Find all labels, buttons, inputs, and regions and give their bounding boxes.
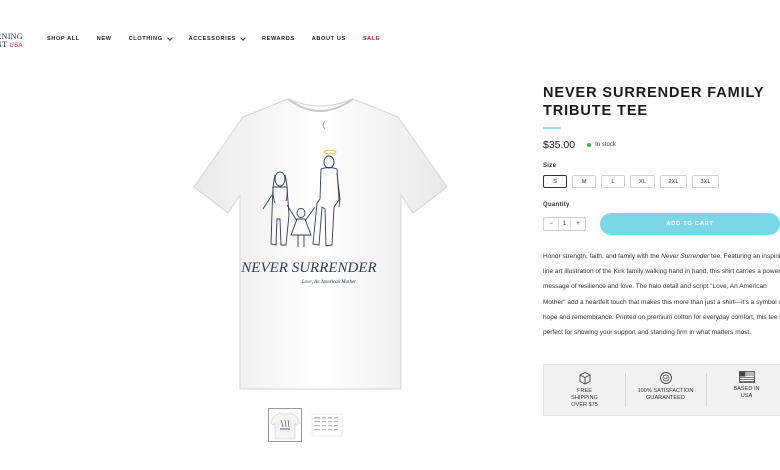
size-selector: S M L XL 2XL 3XL <box>543 175 780 188</box>
product-image[interactable]: NEVER SURRENDER Love, An American Mother <box>193 95 448 390</box>
title-divider <box>543 127 561 129</box>
nav-new[interactable]: NEW <box>97 36 112 42</box>
product-description: Honor strength, faith, and family with t… <box>543 253 780 337</box>
usa-flag-icon <box>738 371 755 383</box>
badge-based-in-usa-text: BASED IN USA <box>733 386 760 399</box>
quantity-input[interactable]: 1 <box>558 218 571 230</box>
nav-about-us[interactable]: ABOUT US <box>312 36 346 42</box>
thumbnail-size-chart[interactable] <box>310 408 344 442</box>
box-icon <box>579 371 590 385</box>
trust-badges: FREE SHIPPING OVER $75 100% SATISFACTION… <box>543 364 780 416</box>
price-row: $35.00 In stock <box>543 139 780 151</box>
chevron-down-icon <box>166 34 173 41</box>
size-option-2xl[interactable]: 2XL <box>660 175 687 188</box>
add-to-cart-button[interactable]: ADD TO CART <box>600 213 780 235</box>
product-info: NEVER SURRENDER FAMILY TRIBUTE TEE $35.0… <box>543 84 780 340</box>
chevron-down-icon <box>240 34 246 41</box>
size-chart-thumb-icon <box>311 413 343 437</box>
size-option-m[interactable]: M <box>572 175 596 188</box>
quantity-increase-button[interactable]: + <box>571 218 585 230</box>
nav-shop-all[interactable]: SHOP ALL <box>47 36 80 42</box>
size-option-l[interactable]: L <box>601 175 625 188</box>
brand-logo[interactable]: RNING NT USA <box>0 33 36 50</box>
size-label: Size <box>543 163 557 169</box>
badge-based-in-usa: BASED IN USA <box>706 365 780 415</box>
main-nav: SHOP ALL NEW CLOTHING ACCESSORIES REWARD… <box>47 34 397 42</box>
nav-sale[interactable]: SALE <box>363 36 380 42</box>
shirt-print-subtitle: Love, An American Mother <box>301 280 356 285</box>
brand-logo-line2: NT USA <box>0 40 23 50</box>
nav-clothing[interactable]: CLOTHING <box>129 34 173 42</box>
size-option-3xl[interactable]: 3XL <box>692 175 719 188</box>
tshirt-thumb-icon <box>269 412 301 440</box>
product-price: $35.00 <box>543 139 576 151</box>
size-option-xl[interactable]: XL <box>630 175 655 188</box>
stock-status: In stock <box>595 142 616 148</box>
quantity-decrease-button[interactable]: − <box>544 218 558 230</box>
in-stock-dot-icon <box>587 143 592 147</box>
quantity-row: − 1 + ADD TO CART <box>543 213 780 235</box>
nav-rewards[interactable]: REWARDS <box>262 36 295 42</box>
quantity-stepper: − 1 + <box>543 217 586 231</box>
thumbnail-front[interactable] <box>268 408 302 442</box>
thumbnail-strip <box>268 408 344 442</box>
badge-free-shipping-text: FREE SHIPPING OVER $75 <box>571 388 598 408</box>
product-title: NEVER SURRENDER FAMILY TRIBUTE TEE <box>543 85 765 119</box>
satisfaction-seal-icon <box>659 372 672 384</box>
shirt-print-title: NEVER SURRENDER <box>240 260 376 276</box>
nav-accessories[interactable]: ACCESSORIES <box>189 34 246 42</box>
quantity-label: Quantity <box>543 202 570 208</box>
tshirt-illustration: NEVER SURRENDER Love, An American Mother <box>193 98 448 390</box>
badge-free-shipping: FREE SHIPPING OVER $75 <box>544 365 625 415</box>
badge-satisfaction-text: 100% SATISFACTION GUARANTEED <box>637 388 694 401</box>
size-option-s[interactable]: S <box>543 175 567 188</box>
badge-satisfaction: 100% SATISFACTION GUARANTEED <box>625 365 706 415</box>
site-header: RNING NT USA SHOP ALL NEW CLOTHING ACCES… <box>0 0 780 80</box>
